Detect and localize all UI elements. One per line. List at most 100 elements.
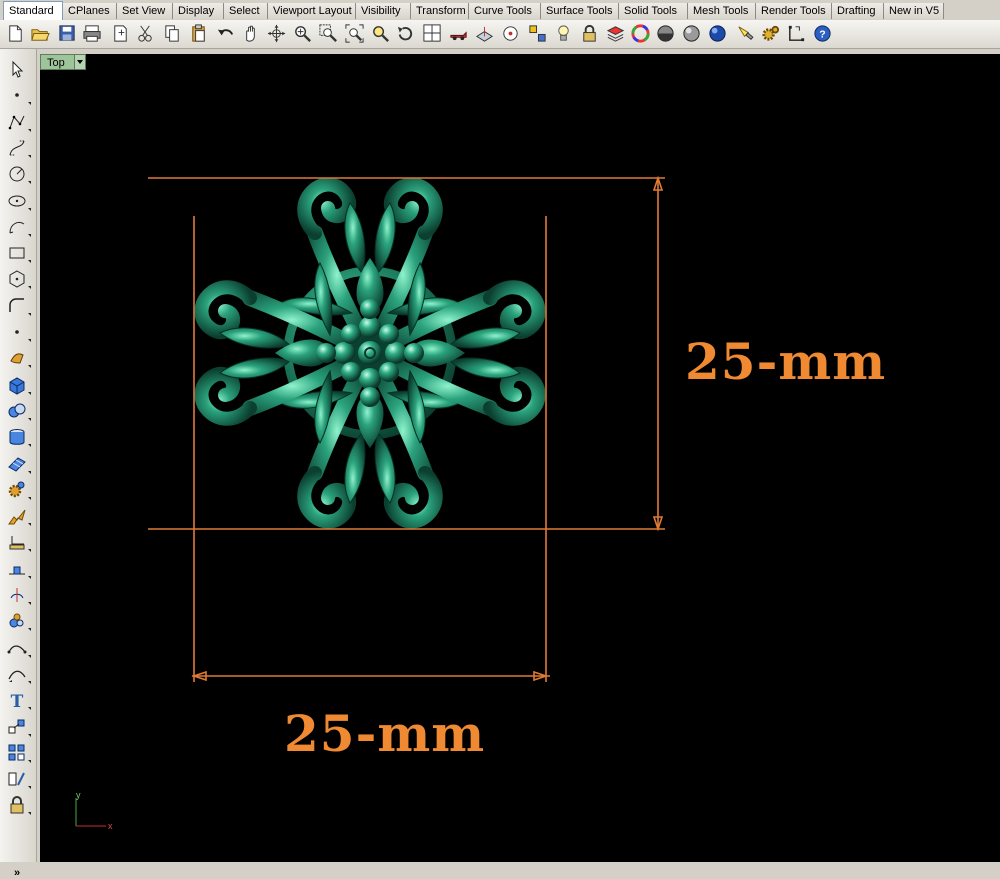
flyout-indicator-icon <box>28 207 31 211</box>
viewport-canvas <box>148 175 665 682</box>
copy-icon[interactable] <box>162 23 183 44</box>
zoom-dynamic-icon[interactable] <box>292 23 313 44</box>
flyout-indicator-icon <box>28 339 31 342</box>
flyout-indicator-icon <box>28 417 31 421</box>
cut-icon[interactable] <box>135 23 156 44</box>
flyout-indicator-icon <box>28 102 31 106</box>
new-document-icon[interactable] <box>5 23 26 44</box>
svg-text:T: T <box>11 692 24 711</box>
light-bulb-icon[interactable] <box>553 23 574 44</box>
undo-view-icon[interactable] <box>395 23 416 44</box>
cylinder-tube-icon[interactable] <box>6 426 31 448</box>
surface-points-icon[interactable] <box>6 321 31 343</box>
curve-icon[interactable] <box>6 137 31 159</box>
tab-solid-tools[interactable]: Solid Tools <box>619 3 688 19</box>
rectangle-icon[interactable] <box>6 242 31 264</box>
render-sphere-icon[interactable] <box>707 23 728 44</box>
point-icon[interactable] <box>6 84 31 106</box>
tab-display[interactable]: Display <box>173 3 224 19</box>
tab-select[interactable]: Select <box>224 3 268 19</box>
transform-gear-icon[interactable] <box>6 479 31 501</box>
zoom-selected-icon[interactable] <box>370 23 391 44</box>
flyout-indicator-icon <box>28 733 31 737</box>
tab-standard[interactable]: Standard <box>3 1 63 20</box>
tab-visibility[interactable]: Visibility <box>356 3 411 19</box>
box-solid-icon[interactable] <box>6 374 31 396</box>
lock-icon[interactable] <box>579 23 600 44</box>
four-viewports-icon[interactable] <box>422 23 443 44</box>
boolean-icon[interactable] <box>6 610 31 632</box>
grid-snap-icon[interactable] <box>786 23 807 44</box>
left-tool-palette: » T <box>0 49 37 879</box>
rendered-sphere-icon[interactable] <box>681 23 702 44</box>
rebuild-curve-icon[interactable] <box>6 637 31 659</box>
help-icon[interactable]: ? <box>812 23 833 44</box>
flyout-indicator-icon <box>28 470 31 474</box>
flashlight-icon[interactable] <box>735 23 756 44</box>
extrude-surface-icon[interactable] <box>6 347 31 369</box>
options-gear-icon[interactable] <box>760 23 781 44</box>
rotate-view-icon[interactable] <box>266 23 287 44</box>
dimension-icon[interactable] <box>6 531 31 553</box>
top-viewport[interactable]: Top 25-mm 25-mm y x <box>40 54 1000 862</box>
polyline-icon[interactable] <box>6 111 31 133</box>
zoom-window-icon[interactable] <box>318 23 339 44</box>
layer-icon[interactable] <box>605 23 626 44</box>
named-view-camera-icon[interactable] <box>448 23 469 44</box>
more-tools-button[interactable]: » <box>14 867 20 879</box>
arc-icon[interactable] <box>6 216 31 238</box>
import-icon[interactable] <box>110 23 131 44</box>
text-icon[interactable]: T <box>6 689 31 711</box>
flyout-indicator-icon <box>28 391 31 395</box>
tab-surface-tools[interactable]: Surface Tools <box>541 3 619 19</box>
select-arrow-icon[interactable] <box>6 58 28 80</box>
tab-viewport-layout[interactable]: Viewport Layout <box>268 3 356 19</box>
split-icon[interactable] <box>6 584 31 606</box>
array-icon[interactable] <box>6 742 31 764</box>
pan-hand-icon[interactable] <box>240 23 261 44</box>
mesh-plane-icon[interactable] <box>6 453 31 475</box>
curve-fillet-icon[interactable] <box>6 295 31 317</box>
cplane-icon[interactable] <box>474 23 495 44</box>
flyout-indicator-icon <box>28 260 31 264</box>
flyout-indicator-icon <box>28 312 31 316</box>
snap-circle-icon[interactable] <box>500 23 521 44</box>
open-folder-icon[interactable] <box>30 23 51 44</box>
polygon-icon[interactable] <box>6 268 31 290</box>
circle-icon[interactable] <box>6 163 31 185</box>
tab-set-view[interactable]: Set View <box>117 3 173 19</box>
flyout-indicator-icon <box>28 128 31 132</box>
axis-x-label: x <box>108 821 113 831</box>
color-wheel-icon[interactable] <box>630 23 651 44</box>
tab-transform[interactable]: Transform <box>411 3 469 19</box>
curve-from-object-icon[interactable] <box>6 663 31 685</box>
leader-icon[interactable] <box>6 558 31 580</box>
tab-curve-tools[interactable]: Curve Tools <box>469 3 541 19</box>
analyze-icon[interactable] <box>6 768 31 790</box>
explode-icon[interactable] <box>6 505 31 527</box>
tab-render-tools[interactable]: Render Tools <box>756 3 832 19</box>
flyout-indicator-icon <box>28 786 31 790</box>
width-dimension-label: 25-mm <box>284 704 486 763</box>
tab-mesh-tools[interactable]: Mesh Tools <box>688 3 756 19</box>
tab-cplanes[interactable]: CPlanes <box>63 3 117 19</box>
save-icon[interactable] <box>57 23 78 44</box>
ellipse-icon[interactable] <box>6 190 31 212</box>
axis-y-label: y <box>76 792 81 800</box>
flyout-indicator-icon <box>28 496 31 500</box>
tab-new-in-v5[interactable]: New in V5 <box>884 3 944 19</box>
point-filter-icon[interactable] <box>527 23 548 44</box>
solid-union-icon[interactable] <box>6 400 31 422</box>
shade-icon[interactable] <box>655 23 676 44</box>
move-icon[interactable] <box>6 716 31 738</box>
flyout-indicator-icon <box>28 707 31 711</box>
height-dimension-label: 25-mm <box>685 332 887 391</box>
block-box-icon[interactable] <box>6 794 31 816</box>
undo-icon[interactable] <box>215 23 236 44</box>
flyout-indicator-icon <box>28 181 31 185</box>
zoom-extents-icon[interactable] <box>344 23 365 44</box>
print-icon[interactable] <box>82 23 103 44</box>
paste-icon[interactable] <box>188 23 209 44</box>
flyout-indicator-icon <box>28 233 31 237</box>
tab-drafting[interactable]: Drafting <box>832 3 884 19</box>
